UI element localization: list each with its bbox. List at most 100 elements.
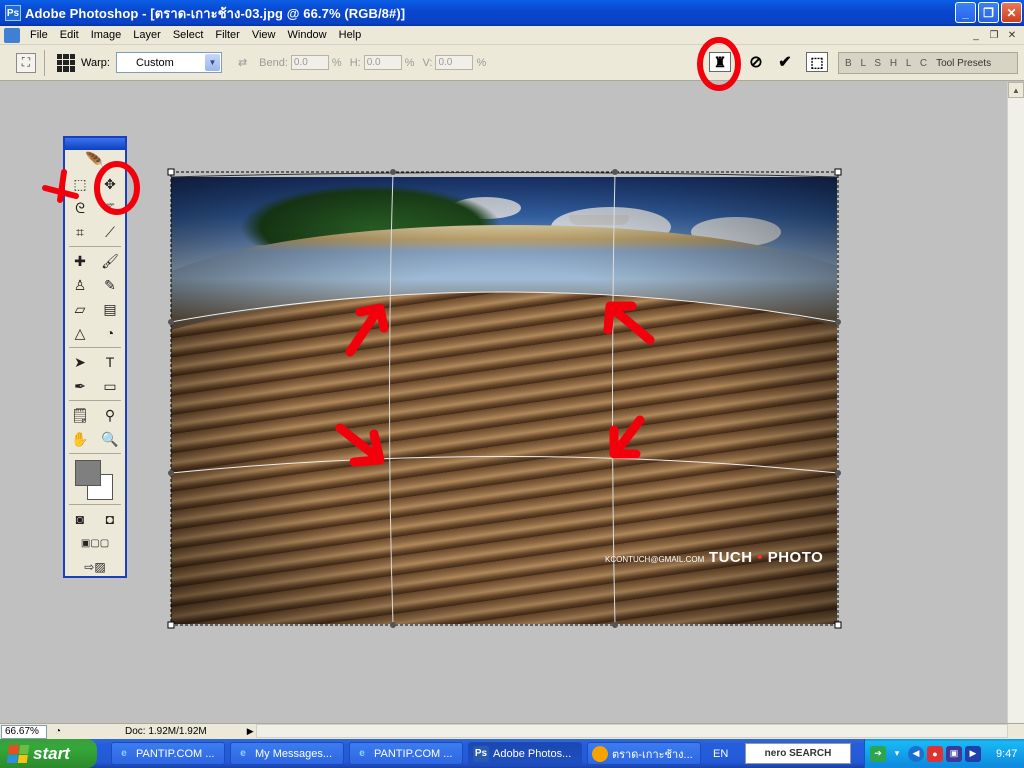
eyedropper-tool-icon[interactable]: ⚲ [99, 405, 121, 425]
bend-label: Bend: [259, 56, 288, 69]
close-button[interactable]: ✕ [1001, 2, 1022, 23]
language-indicator[interactable]: EN [713, 748, 743, 760]
dodge-tool-icon[interactable]: ◔ [99, 323, 121, 343]
tool-preset-picker-icon[interactable]: ⛶ [16, 52, 36, 73]
separator [44, 49, 45, 76]
vertical-scrollbar[interactable]: ▲ [1007, 82, 1024, 723]
horizontal-scrollbar[interactable] [256, 724, 1008, 738]
status-menu-arrow-icon[interactable]: ▶ [247, 726, 254, 737]
menu-help[interactable]: Help [333, 29, 368, 41]
bend-percent: % [331, 56, 342, 69]
menu-select[interactable]: Select [167, 29, 210, 41]
menu-layer[interactable]: Layer [127, 29, 167, 41]
tray-arrow-icon[interactable]: ➔ [870, 745, 886, 762]
marquee-tool-icon[interactable]: ⬚ [69, 174, 91, 194]
jump-to-imageready-icon[interactable]: ⇨▨ [84, 557, 106, 577]
menu-file[interactable]: File [24, 29, 54, 41]
menu-bar: File Edit Image Layer Select Filter View… [0, 26, 1024, 45]
menu-edit[interactable]: Edit [54, 29, 85, 41]
gradient-tool-icon[interactable]: ▤ [99, 299, 121, 319]
screen-mode-icon[interactable]: ▣▢▢ [81, 533, 109, 553]
watermark-email: KCONTUCH@GMAIL.COM [605, 555, 705, 564]
tool-presets-tab[interactable]: Tool Presets [936, 58, 991, 69]
taskbar-item-label: My Messages... [255, 747, 333, 760]
slice-tool-icon[interactable]: ⟋ [99, 222, 121, 242]
eraser-tool-icon[interactable]: ▱ [69, 299, 91, 319]
window-title: Adobe Photoshop - [ตราด-เกาะช้าง-03.jpg … [25, 5, 406, 21]
chevron-down-icon[interactable]: ▼ [204, 54, 220, 71]
change-orientation-icon[interactable]: ⇄ [238, 56, 247, 69]
warp-grid-icon[interactable] [57, 53, 75, 72]
history-brush-tool-icon[interactable]: ✎ [99, 275, 121, 295]
taskbar-item[interactable]: ตราด-เกาะช้าง... [587, 742, 701, 765]
taskbar-item[interactable]: e PANTIP.COM ... [111, 742, 225, 765]
h-distortion-input[interactable]: 0.0 [363, 55, 402, 70]
taskbar-item[interactable]: e PANTIP.COM ... [349, 742, 463, 765]
move-tool-icon[interactable]: ✥ [99, 174, 121, 194]
tray-antivirus-icon[interactable]: ● [927, 745, 943, 762]
v-distortion-input[interactable]: 0.0 [435, 55, 474, 70]
status-info-icon[interactable]: ◔ [51, 725, 65, 739]
ie-icon: e [359, 748, 365, 759]
tray-network-icon[interactable]: ▣ [946, 745, 962, 762]
system-tray: ➔ ▾ ◀ ● ▣ ▶ 9:47 [864, 739, 1024, 768]
type-tool-icon[interactable]: T [99, 352, 121, 372]
nero-search-box[interactable]: nero SEARCH [745, 743, 851, 764]
standard-mode-icon[interactable]: ◙ [69, 509, 91, 529]
palette-well-tabs[interactable]: B L S H L C [845, 58, 930, 69]
doc-minimize-button[interactable]: _ [968, 28, 984, 42]
document-icon[interactable] [4, 27, 20, 43]
taskbar-item-label: ตราด-เกาะช้าง... [612, 748, 693, 761]
maximize-button[interactable]: ❐ [978, 2, 999, 23]
palette-well[interactable]: B L S H L C Tool Presets [838, 52, 1018, 74]
adobe-feather-icon[interactable]: 🪶 [65, 150, 125, 172]
title-bar: Ps Adobe Photoshop - [ตราด-เกาะช้าง-03.j… [0, 0, 1024, 26]
document-size: Doc: 1.92M/1.92M [125, 726, 207, 737]
menu-view[interactable]: View [246, 29, 282, 41]
hand-tool-icon[interactable]: ✋ [69, 429, 91, 449]
menu-image[interactable]: Image [85, 29, 128, 41]
photoshop-app-icon[interactable]: Ps [5, 5, 21, 21]
taskbar-item[interactable]: e My Messages... [230, 742, 344, 765]
doc-close-button[interactable]: ✕ [1004, 28, 1020, 42]
foreground-color-swatch[interactable] [75, 460, 101, 486]
toolbox-title-bar[interactable] [65, 138, 125, 150]
taskbar-item-label: PANTIP.COM ... [136, 747, 215, 760]
warp-style-select[interactable]: Custom ▼ [115, 52, 222, 73]
watermark-brand: TUCH [708, 549, 753, 566]
scroll-up-icon[interactable]: ▲ [1008, 82, 1024, 98]
notes-tool-icon[interactable]: 🗒 [69, 405, 91, 425]
menu-window[interactable]: Window [282, 29, 333, 41]
crop-tool-icon[interactable]: ⌗ [69, 222, 91, 242]
shape-tool-icon[interactable]: ▭ [99, 376, 121, 396]
blur-tool-icon[interactable]: △ [69, 323, 91, 343]
healing-brush-tool-icon[interactable]: ✚ [69, 251, 91, 271]
commit-transform-icon[interactable]: ✔ [774, 52, 796, 72]
zoom-level-field[interactable]: 66.67% [1, 724, 47, 739]
tray-dropdown-icon[interactable]: ▾ [889, 746, 905, 762]
warp-free-transform-toggle-icon[interactable]: ♜ [709, 52, 731, 72]
quick-mask-mode-icon[interactable]: ◘ [99, 509, 121, 529]
clock: 9:47 [996, 747, 1018, 760]
image-canvas[interactable]: KCONTUCH@GMAIL.COM TUCH • PHOTO [171, 177, 837, 624]
pen-tool-icon[interactable]: ✒ [69, 376, 91, 396]
tray-media-icon[interactable]: ▶ [965, 745, 981, 762]
lasso-tool-icon[interactable]: ᘓ [69, 198, 91, 218]
zoom-tool-icon[interactable]: 🔍 [99, 429, 121, 449]
taskbar-item-active[interactable]: Ps Adobe Photos... [468, 742, 582, 765]
magic-wand-tool-icon[interactable]: ⚚ [99, 198, 121, 218]
warp-style-value: Custom [135, 56, 174, 69]
start-button[interactable]: start [0, 739, 97, 768]
windows-flag-icon [6, 744, 30, 763]
file-browser-icon[interactable]: ⬚ [806, 52, 828, 72]
bend-input[interactable]: 0.0 [290, 55, 329, 70]
menu-filter[interactable]: Filter [209, 29, 245, 41]
h-label: H: [349, 56, 361, 69]
brush-tool-icon[interactable]: 🖌 [99, 251, 121, 271]
path-selection-tool-icon[interactable]: ➤ [69, 352, 91, 372]
cancel-transform-icon[interactable]: ⊘ [745, 52, 767, 72]
tray-back-icon[interactable]: ◀ [908, 745, 924, 762]
doc-restore-button[interactable]: ❐ [986, 28, 1002, 42]
clone-stamp-tool-icon[interactable]: ♙ [69, 275, 91, 295]
minimize-button[interactable]: _ [955, 2, 976, 23]
